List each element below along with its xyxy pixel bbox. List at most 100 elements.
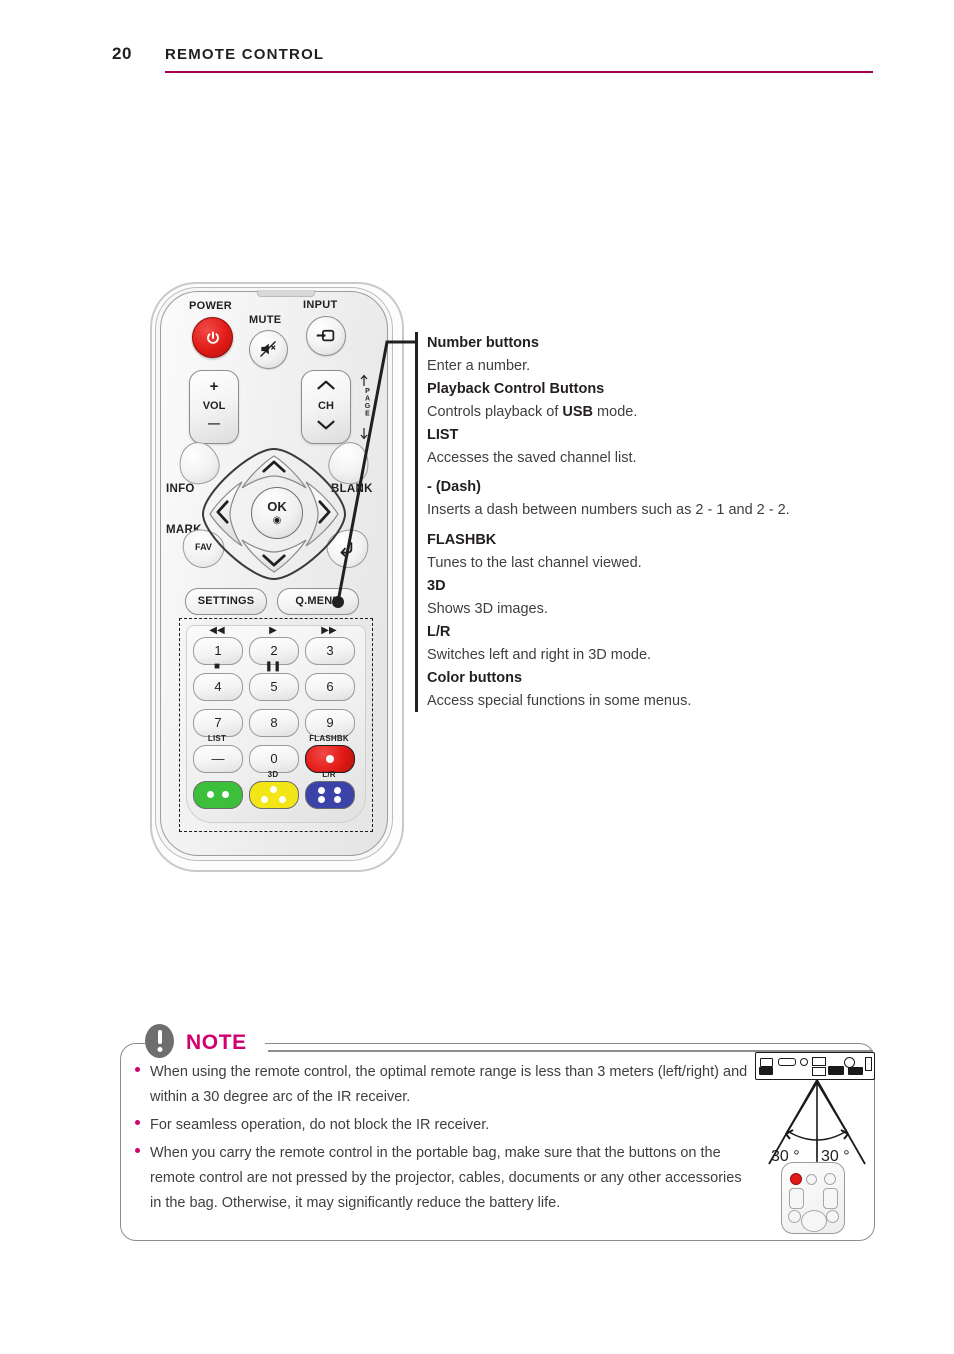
mute-button[interactable] xyxy=(249,330,288,369)
desc-heading-number-buttons: Number buttons xyxy=(427,335,539,351)
info-label: INFO xyxy=(166,483,195,495)
note-item: For seamless operation, do not block the… xyxy=(128,1113,748,1138)
note-item: When using the remote control, the optim… xyxy=(128,1060,748,1110)
page-number: 20 xyxy=(112,44,132,63)
mini-input-button xyxy=(824,1173,836,1185)
key-9[interactable]: 9 xyxy=(305,709,355,737)
nav-left-icon[interactable] xyxy=(215,499,230,525)
panel-grille-1 xyxy=(759,1067,773,1075)
power-icon xyxy=(206,330,219,344)
remote-top-notch xyxy=(257,290,315,297)
key-8[interactable]: 8 xyxy=(249,709,299,737)
blue-button[interactable] xyxy=(305,781,355,809)
key-label: — xyxy=(211,751,225,766)
exclamation-bar xyxy=(157,1030,162,1044)
desc-spacer xyxy=(427,469,897,476)
play-icon: ▶ xyxy=(269,625,277,636)
mute-icon xyxy=(259,340,277,358)
note-bullet-list: When using the remote control, the optim… xyxy=(128,1060,748,1219)
key-0[interactable]: 0 xyxy=(249,745,299,773)
3d-label: 3D xyxy=(267,770,279,779)
header-rule xyxy=(165,71,873,73)
color-dot xyxy=(270,786,277,793)
ok-label: OK xyxy=(267,499,287,514)
green-button[interactable] xyxy=(193,781,243,809)
mini-mute-button xyxy=(806,1174,817,1185)
key-label: 8 xyxy=(270,715,278,730)
nav-down-icon[interactable] xyxy=(261,553,287,568)
flashbk-button[interactable] xyxy=(305,745,355,773)
note-title: NOTE xyxy=(186,1031,247,1054)
button-description-list: Number buttons Enter a number. Playback … xyxy=(427,332,897,713)
key-5[interactable]: 5 xyxy=(249,673,299,701)
volume-label: VOL xyxy=(202,400,226,412)
panel-grille-3 xyxy=(848,1067,863,1075)
key-label: 9 xyxy=(326,715,334,730)
desc-heading-color-buttons: Color buttons xyxy=(427,669,523,686)
settings-label: SETTINGS xyxy=(197,595,255,607)
power-button[interactable] xyxy=(192,317,233,358)
note-bullet xyxy=(135,1147,140,1153)
key-label: 3 xyxy=(326,643,334,658)
chapter-title: REMOTE CONTROL xyxy=(165,46,325,63)
flashbk-label: FLASHBK xyxy=(309,734,349,743)
mini-info-button xyxy=(788,1210,801,1223)
desc-heading-dash: - (Dash) xyxy=(427,479,481,496)
desc-body-dash: Inserts a dash between numbers such as 2… xyxy=(427,502,790,519)
settings-button[interactable]: SETTINGS xyxy=(185,588,267,615)
pause-icon: ❚❚ xyxy=(264,661,282,672)
desc-body-playback: Controls playback of USB mode. xyxy=(427,401,897,424)
mini-remote xyxy=(781,1162,845,1234)
key-6[interactable]: 6 xyxy=(305,673,355,701)
mini-blank-button xyxy=(826,1210,839,1223)
volume-rocker[interactable]: + VOL — xyxy=(189,370,239,444)
note-bullet xyxy=(135,1119,140,1125)
key-label: 0 xyxy=(270,751,278,766)
panel-port-4 xyxy=(812,1057,826,1066)
volume-down-symbol[interactable]: — xyxy=(190,416,238,430)
color-dot xyxy=(207,791,214,798)
ok-sub-icon: ◉ xyxy=(272,515,282,526)
desc-body-color-buttons: Access special functions in some menus. xyxy=(427,692,692,709)
yellow-button[interactable] xyxy=(249,781,299,809)
rewind-icon: ◀◀ xyxy=(209,625,225,636)
l-r-label: L/R xyxy=(322,770,336,779)
nav-up-icon[interactable] xyxy=(261,459,287,474)
ok-button[interactable]: OK ◉ xyxy=(251,487,303,539)
key-label: 7 xyxy=(214,715,222,730)
color-dot xyxy=(318,796,325,803)
panel-port-2 xyxy=(778,1058,796,1066)
panel-port-5 xyxy=(812,1067,826,1076)
panel-grille-2 xyxy=(828,1066,844,1075)
color-dot xyxy=(279,796,286,803)
description-bracket xyxy=(415,332,418,712)
desc-heading-list: LIST xyxy=(427,426,459,443)
desc-heading-3d: 3D xyxy=(427,578,446,595)
desc-playback-post: mode. xyxy=(593,403,638,420)
key-dash[interactable]: — xyxy=(193,745,243,773)
key-label: 5 xyxy=(270,679,278,694)
desc-spacer-2 xyxy=(427,522,897,529)
desc-playback-usb: USB xyxy=(562,403,594,420)
desc-heading-lr: L/R xyxy=(427,623,451,640)
fast-forward-icon: ▶▶ xyxy=(321,625,337,636)
panel-port-7 xyxy=(865,1057,872,1071)
key-7[interactable]: 7 xyxy=(193,709,243,737)
navigation-pad[interactable]: OK ◉ xyxy=(201,447,347,581)
desc-body-lr: Switches left and right in 3D mode. xyxy=(427,646,652,663)
flashbk-dot xyxy=(326,755,334,763)
key-label: 1 xyxy=(214,643,222,658)
volume-up-symbol[interactable]: + xyxy=(190,378,238,395)
desc-body-3d: Shows 3D images. xyxy=(427,600,548,617)
note-item-text: When using the remote control, the optim… xyxy=(150,1064,748,1105)
color-dot xyxy=(318,787,325,794)
key-3[interactable]: 3 xyxy=(305,637,355,665)
mini-vol-pad xyxy=(789,1188,804,1209)
desc-body-number-buttons: Enter a number. xyxy=(427,357,531,374)
color-dot xyxy=(334,787,341,794)
key-4[interactable]: 4 xyxy=(193,673,243,701)
key-label: 2 xyxy=(270,643,278,658)
desc-body-flashbk: Tunes to the last channel viewed. xyxy=(427,555,642,572)
power-label: POWER xyxy=(189,300,233,312)
color-dot xyxy=(334,796,341,803)
